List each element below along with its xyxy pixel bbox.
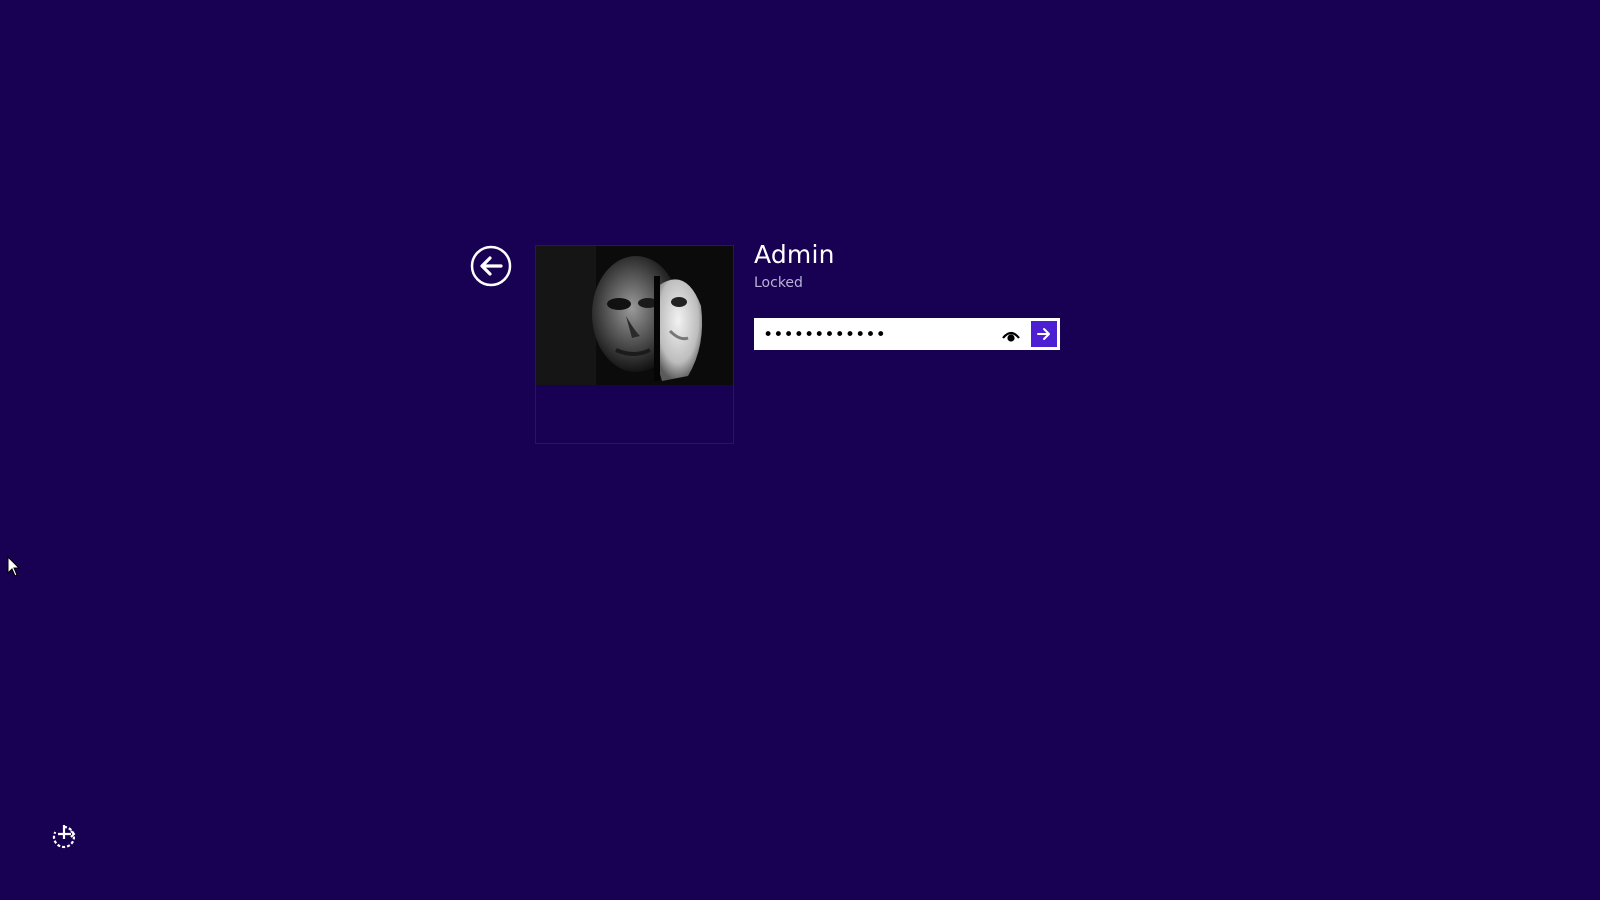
arrow-right-icon <box>1037 328 1050 340</box>
user-avatar <box>536 246 733 385</box>
submit-button[interactable] <box>1030 320 1058 348</box>
ease-of-access-button[interactable] <box>50 823 78 851</box>
user-tile <box>535 245 734 444</box>
back-button[interactable] <box>470 245 512 287</box>
mouse-pointer <box>7 555 21 578</box>
user-status: Locked <box>754 275 803 291</box>
eye-icon <box>1002 331 1020 342</box>
user-name: Admin <box>754 240 835 269</box>
reveal-password-button[interactable] <box>1001 326 1021 344</box>
lock-screen: Admin Locked <box>0 0 1600 900</box>
password-input[interactable] <box>763 323 991 347</box>
ease-of-access-icon <box>52 825 76 849</box>
back-arrow-icon <box>470 245 512 287</box>
mouse-pointer-icon <box>7 555 21 577</box>
password-field[interactable] <box>754 318 1060 350</box>
